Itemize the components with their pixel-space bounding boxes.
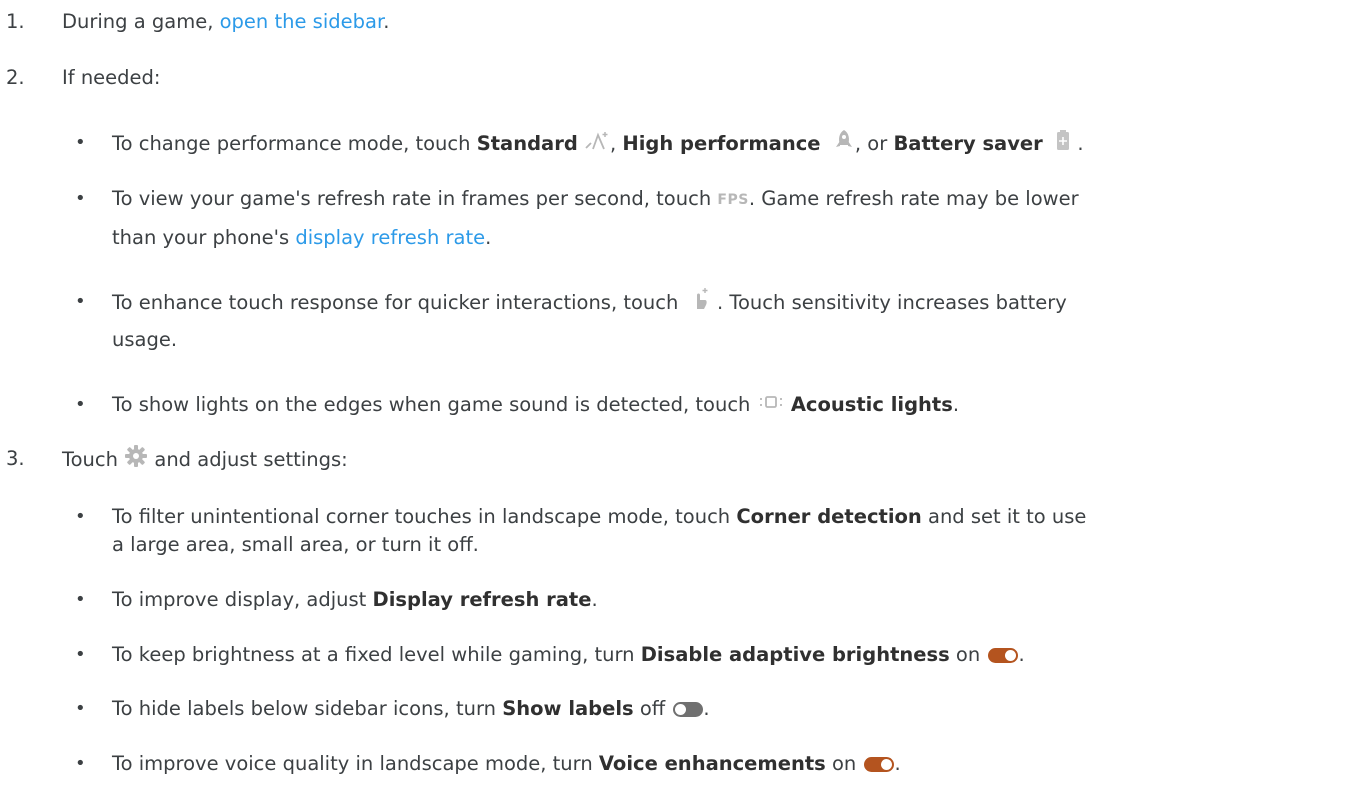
item-text: To keep brightness at a fixed level whil… <box>112 640 1025 670</box>
text-segment: To hide labels below sidebar icons, turn <box>112 697 503 720</box>
bullet: • <box>75 132 86 153</box>
text-segment: . <box>952 393 960 416</box>
settings-gear-icon[interactable] <box>124 444 148 477</box>
text-segment: off <box>633 697 666 720</box>
toggle-on-icon[interactable] <box>864 757 895 772</box>
voice-enhancements-label: Voice enhancements <box>598 752 826 775</box>
item-text: than your phone's display refresh rate. <box>112 223 491 253</box>
text-segment: To improve voice quality in landscape mo… <box>112 752 599 775</box>
step-text-before: During a game, <box>62 10 220 33</box>
step-number: 1. <box>6 10 25 33</box>
touch-response-icon[interactable] <box>691 287 711 320</box>
bullet: • <box>75 589 86 610</box>
display-refresh-rate-link[interactable]: display refresh rate <box>295 226 485 249</box>
text-segment: than your phone's <box>112 226 296 249</box>
bullet: • <box>75 188 86 209</box>
item-text: usage. <box>112 328 178 351</box>
bullet: • <box>75 644 86 665</box>
corner-detection-label: Corner detection <box>736 505 922 528</box>
item-text: To change performance mode, touch Standa… <box>112 128 1084 161</box>
high-performance-label: High performance <box>622 132 821 155</box>
open-sidebar-link[interactable]: open the sidebar <box>220 10 384 33</box>
bullet: • <box>75 506 86 527</box>
toggle-off-icon[interactable] <box>673 702 704 717</box>
item-text: To improve display, adjust Display refre… <box>112 585 598 615</box>
step-number: 3. <box>6 447 25 470</box>
text-segment: . <box>485 226 492 249</box>
text-segment: To improve display, adjust <box>112 588 373 611</box>
show-labels-label: Show labels <box>502 697 634 720</box>
text-segment: To view your game's refresh rate in fram… <box>112 187 712 210</box>
bullet: • <box>75 291 86 312</box>
text-segment: To enhance touch response for quicker in… <box>112 291 679 314</box>
fps-icon[interactable]: FPS <box>717 185 748 215</box>
item-text: To show lights on the edges when game so… <box>112 390 959 421</box>
display-refresh-rate-label: Display refresh rate <box>372 588 592 611</box>
acoustic-lights-icon[interactable] <box>757 391 785 421</box>
acoustic-lights-label: Acoustic lights <box>790 393 953 416</box>
bullet: • <box>75 698 86 719</box>
disable-adaptive-brightness-label: Disable adaptive brightness <box>640 643 950 666</box>
toggle-knob <box>1005 650 1017 661</box>
step-text: If needed: <box>62 66 161 89</box>
step-text: During a game, open the sidebar. <box>62 7 389 37</box>
text-segment: on <box>825 752 857 775</box>
battery-saver-icon[interactable] <box>1055 129 1071 160</box>
item-text: To filter unintentional corner touches i… <box>112 502 1086 532</box>
bullet: • <box>75 753 86 774</box>
text-segment: To show lights on the edges when game so… <box>112 393 751 416</box>
step-text-after: . <box>383 10 390 33</box>
step-text: Touch and adjust settings: <box>62 444 348 477</box>
bullet: • <box>75 394 86 415</box>
toggle-on-icon[interactable] <box>988 648 1019 663</box>
text-segment: . <box>1077 132 1084 155</box>
text-segment: on <box>949 643 981 666</box>
text-segment: and adjust settings: <box>154 448 348 471</box>
text-segment: and set it to use <box>921 505 1087 528</box>
text-segment: To keep brightness at a fixed level whil… <box>112 643 641 666</box>
text-segment: , <box>610 132 623 155</box>
high-performance-rocket-icon[interactable] <box>833 128 855 161</box>
text-segment: . <box>894 752 901 775</box>
toggle-knob <box>881 759 893 770</box>
item-text: To hide labels below sidebar icons, turn… <box>112 694 710 724</box>
step-number: 2. <box>6 66 25 89</box>
item-text: To view your game's refresh rate in fram… <box>112 184 1079 215</box>
text-segment: To filter unintentional corner touches i… <box>112 505 737 528</box>
text-segment: , or <box>854 132 894 155</box>
item-text: To improve voice quality in landscape mo… <box>112 749 901 779</box>
text-segment: . <box>591 588 598 611</box>
standard-mode-icon[interactable] <box>584 129 610 160</box>
text-segment: Touch <box>62 448 118 471</box>
text-segment: . <box>1018 643 1025 666</box>
item-text: a large area, small area, or turn it off… <box>112 533 479 556</box>
toggle-knob <box>675 704 687 715</box>
text-segment: . Touch sensitivity increases battery <box>717 291 1067 314</box>
text-segment: . Game refresh rate may be lower <box>748 187 1079 210</box>
item-text: To enhance touch response for quicker in… <box>112 287 1067 320</box>
text-segment: To change performance mode, touch <box>112 132 477 155</box>
text-segment: . <box>703 697 710 720</box>
standard-label: Standard <box>476 132 578 155</box>
battery-saver-label: Battery saver <box>893 132 1043 155</box>
